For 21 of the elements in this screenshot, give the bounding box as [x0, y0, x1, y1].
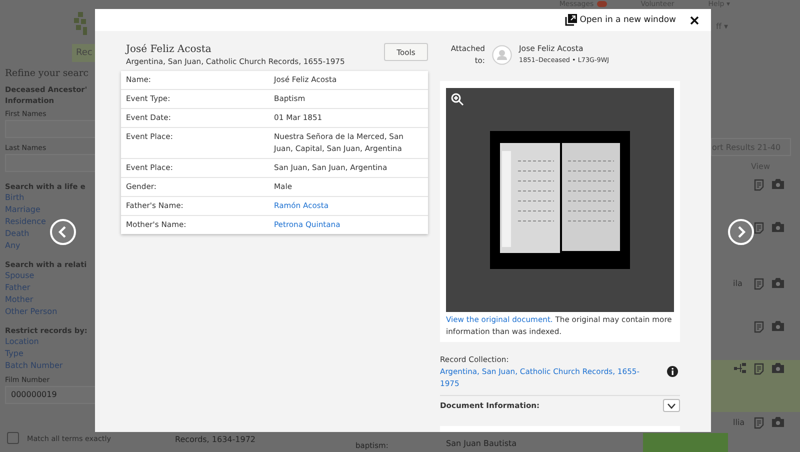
sidebar-link[interactable]: Type — [5, 348, 95, 360]
sidebar-link[interactable]: Residence — [5, 216, 95, 228]
sidebar-link[interactable]: Marriage — [5, 204, 95, 216]
result-text: llia — [733, 418, 745, 427]
result-row[interactable]: llia — [711, 414, 800, 432]
sidebar-link[interactable]: Any — [5, 240, 95, 252]
sidebar-link[interactable]: Mother — [5, 294, 95, 306]
sidebar-link[interactable]: Father — [5, 282, 95, 294]
sidebar-link[interactable]: Death — [5, 228, 95, 240]
result-text: ila — [733, 279, 742, 288]
sidebar-heading: Refine your searc — [5, 68, 90, 79]
result-text: San Juan Bautista — [446, 439, 517, 448]
result-text: Records, 1634-1972 — [175, 435, 256, 446]
sidebar-link[interactable]: Location — [5, 336, 95, 348]
open-new-window-link[interactable]: Open in a new window — [564, 14, 676, 26]
result-row[interactable]: ila — [711, 275, 800, 315]
sidebar-link[interactable]: Spouse — [5, 270, 95, 282]
sidebar-link[interactable]: Batch Number — [5, 360, 95, 372]
record-name: José Feliz Acosta — [126, 43, 212, 56]
sidebar-link[interactable]: Other Person — [5, 306, 95, 318]
sidebar-link[interactable]: Birth — [5, 192, 95, 204]
